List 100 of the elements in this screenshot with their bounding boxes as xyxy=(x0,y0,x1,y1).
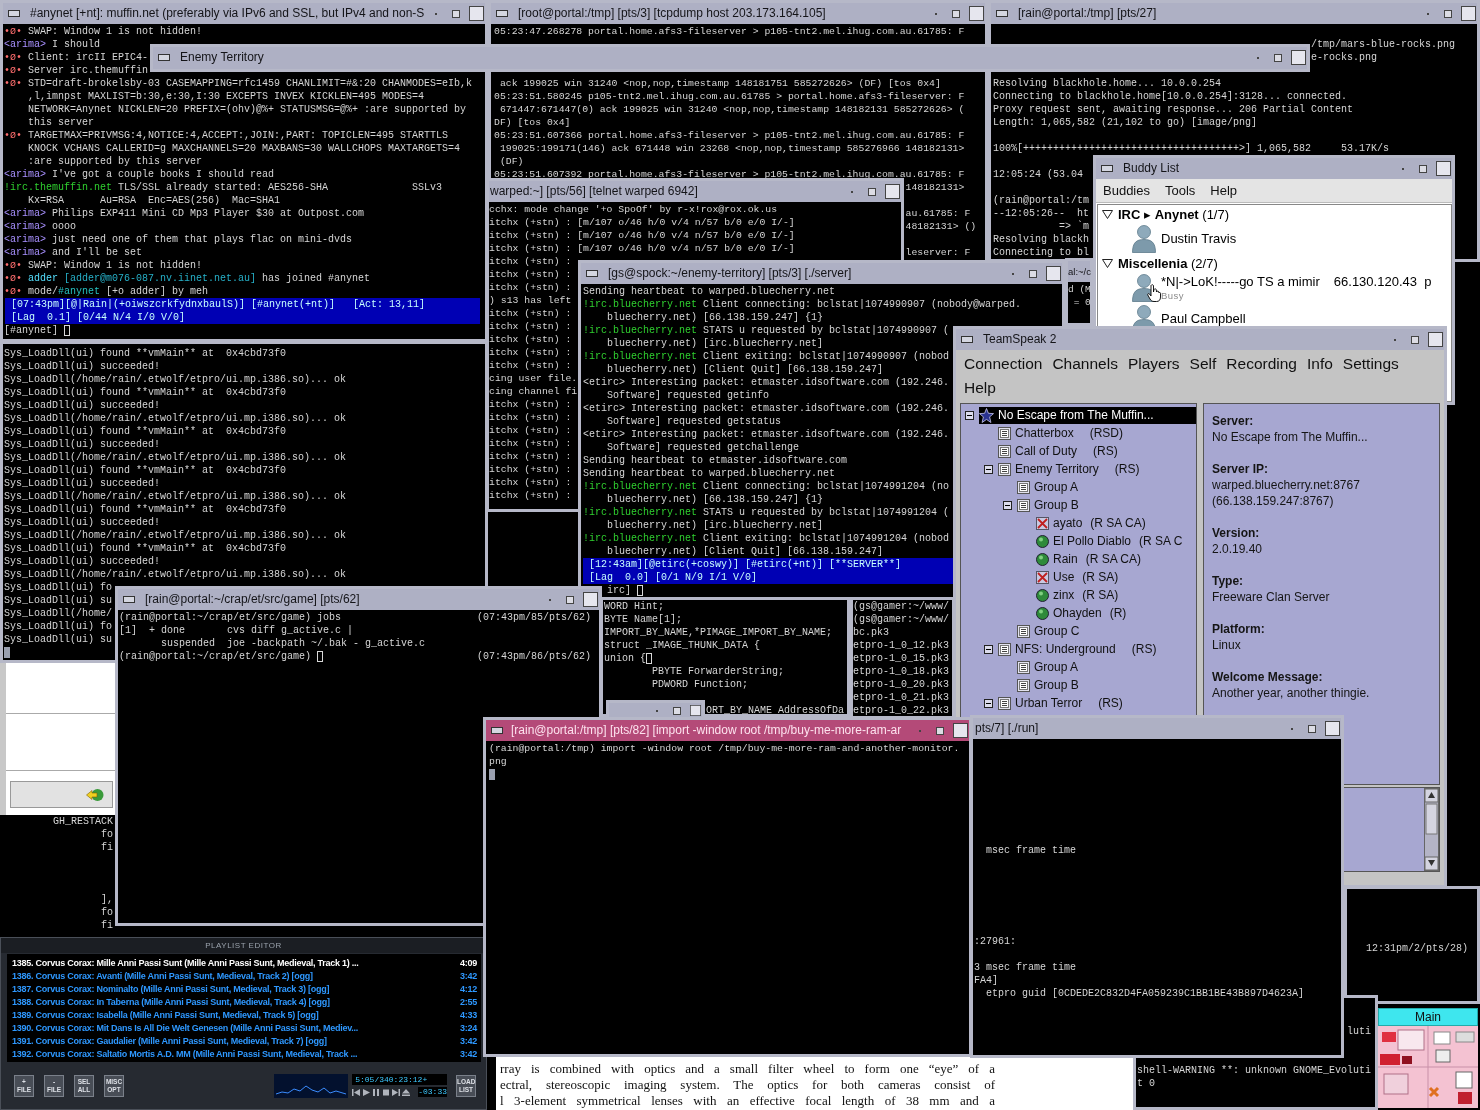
collapse-icon[interactable] xyxy=(1102,258,1113,268)
playlist-entry[interactable]: 1385. Corvus Corax: Mille Anni Passi Sunt (Mille Anni Passi Sunt, Medieval, Track 1) ... 4:09 xyxy=(7,956,481,969)
tree-item[interactable]: zinx (R SA) xyxy=(1036,586,1123,604)
menu-item[interactable]: Info xyxy=(1307,352,1333,376)
playlist-entry[interactable]: 1389. Corvus Corax: Isabella (Mille Anni Passi Sunt, Medieval, Track 5) [ogg] 4:33 xyxy=(7,1008,481,1021)
small-square-icon[interactable] xyxy=(673,706,681,715)
window-menu-icon[interactable] xyxy=(996,10,1008,17)
square-icon[interactable] xyxy=(1428,332,1443,347)
tree-item[interactable]: El Pollo Diablo (R SA C xyxy=(1036,532,1187,550)
terminal-line: e-rocks.png xyxy=(1311,51,1377,64)
tree-item[interactable]: Enemy Territory (RS) xyxy=(998,460,1144,478)
tree-item[interactable]: ayato (R SA CA) xyxy=(1036,514,1150,532)
tree-item[interactable]: Group B xyxy=(1017,496,1083,514)
menu-item[interactable]: Recording xyxy=(1226,352,1297,376)
tree-item[interactable]: Group B xyxy=(1017,676,1083,694)
tree-item[interactable]: Group A xyxy=(1017,658,1083,676)
collapse-icon[interactable] xyxy=(1102,209,1113,219)
small-square-icon[interactable] xyxy=(1419,164,1427,173)
window-menu-icon[interactable] xyxy=(961,336,973,343)
buddy-name[interactable]: *N|->LoK!-----go TS a mimir xyxy=(1161,273,1320,290)
menu-item[interactable]: Help xyxy=(964,376,996,400)
terminal-line: 12:05:24 (53.04 xyxy=(993,168,1083,181)
window-menu-icon[interactable] xyxy=(158,54,170,61)
info-value: Linux xyxy=(1212,637,1242,653)
next-icon[interactable] xyxy=(392,1088,401,1096)
small-square-icon[interactable] xyxy=(868,187,876,196)
collapse-icon[interactable] xyxy=(984,644,993,654)
tree-item[interactable]: Use (R SA) xyxy=(1036,568,1123,586)
playlist-entry[interactable]: 1388. Corvus Corax: In Taberna (Mille Anni Passi Sunt, Medieval, Track 4) [ogg] 2:55 xyxy=(7,995,481,1008)
square-icon[interactable] xyxy=(1046,266,1061,281)
scrollbar[interactable] xyxy=(1424,788,1439,871)
playlist-entry[interactable]: 1390. Corvus Corax: Mit Dans Is All Die Welt Genesen (Mille Anni Passi Sunt, Mediev... 3:24 xyxy=(7,1021,481,1034)
small-square-icon[interactable] xyxy=(566,595,574,604)
group-label[interactable]: Miscellenia (2/7) xyxy=(1118,255,1218,271)
tree-item[interactable]: NFS: Underground (RS) xyxy=(998,640,1161,658)
window-menu-icon[interactable] xyxy=(8,10,20,17)
tree-item[interactable]: Ohayden (R) xyxy=(1036,604,1131,622)
window-menu-icon[interactable] xyxy=(1101,165,1113,172)
small-square-icon[interactable] xyxy=(952,9,960,18)
menu-item[interactable]: Self xyxy=(1189,352,1217,376)
play-icon[interactable] xyxy=(362,1088,371,1096)
menu-item[interactable]: Players xyxy=(1127,352,1180,376)
stop-icon[interactable] xyxy=(382,1088,391,1096)
collapse-icon[interactable] xyxy=(984,464,993,474)
buddy-name[interactable]: Paul Campbell xyxy=(1161,310,1246,327)
input-line[interactable]: irc] xyxy=(607,584,637,597)
menu-item[interactable]: Settings xyxy=(1342,352,1399,376)
small-square-icon[interactable] xyxy=(1444,9,1452,18)
square-icon[interactable] xyxy=(1461,6,1476,21)
window-menu-icon[interactable] xyxy=(123,596,135,603)
menu-item[interactable]: Help xyxy=(1210,183,1238,198)
menu-item[interactable]: Buddies xyxy=(1103,183,1150,198)
square-icon[interactable] xyxy=(1436,161,1451,176)
previous-icon[interactable] xyxy=(352,1088,361,1096)
window-menu-icon[interactable] xyxy=(496,10,508,17)
tree-item[interactable]: Call of Duty (RS) xyxy=(998,442,1122,460)
icon-button[interactable] xyxy=(10,781,113,808)
info-label: Server IP: xyxy=(1212,461,1270,477)
playlist-entry[interactable]: 1391. Corvus Corax: Gaudalier (Mille Anni Passi Sunt, Medieval, Track 7) [ogg] 3:42 xyxy=(7,1034,481,1047)
playlist-entry[interactable]: 1386. Corvus Corax: Avanti (Mille Anni Passi Sunt, Medieval, Track 2) [ogg] 3:42 xyxy=(7,969,481,982)
square-icon[interactable] xyxy=(969,6,984,21)
collapse-icon[interactable] xyxy=(1003,500,1012,510)
square-icon[interactable] xyxy=(1325,721,1340,736)
small-square-icon[interactable] xyxy=(1411,335,1419,344)
info-label: Type: xyxy=(1212,573,1245,589)
terminal-line: fo xyxy=(101,906,113,919)
tree-item[interactable]: Urban Terror (RS) xyxy=(998,694,1127,712)
menu-item[interactable]: Channels xyxy=(1052,352,1118,376)
collapse-icon[interactable] xyxy=(965,410,974,420)
playlist-entry[interactable]: 1387. Corvus Corax: Nominalto (Mille Anni Passi Sunt, Medieval, Track 3) [ogg] 4:12 xyxy=(7,982,481,995)
menu-item[interactable]: Tools xyxy=(1165,183,1196,198)
menu-item[interactable]: Connection xyxy=(964,352,1043,376)
small-square-icon[interactable] xyxy=(1029,269,1037,278)
square-icon[interactable] xyxy=(469,6,484,21)
eject-icon[interactable] xyxy=(402,1088,411,1096)
small-square-icon[interactable] xyxy=(936,726,944,735)
window-menu-icon[interactable] xyxy=(586,270,598,277)
square-icon[interactable] xyxy=(1291,50,1306,65)
group-label[interactable]: IRC ▸ Anynet (1/7) xyxy=(1118,206,1230,222)
pause-icon[interactable] xyxy=(372,1088,381,1096)
window-menu-icon[interactable] xyxy=(491,727,503,734)
small-square-icon[interactable] xyxy=(1274,53,1282,62)
playlist-entry[interactable]: 1392. Corvus Corax: Saltatio Mortis A.D. MM (Mille Anni Passi Sunt, Medieval, Track ... 3:42 xyxy=(7,1047,481,1060)
square-icon[interactable] xyxy=(690,705,701,716)
buddy-name[interactable]: Dustin Travis xyxy=(1161,230,1237,247)
tree-item[interactable]: Chatterbox (RSD) xyxy=(998,424,1128,442)
tree-item[interactable]: Group C xyxy=(1017,622,1084,640)
tree-item[interactable]: Rain (R SA CA) xyxy=(1036,550,1146,568)
square-icon[interactable] xyxy=(583,592,598,607)
terminal-line: WORD Hint; xyxy=(604,600,664,613)
workspace-label[interactable]: Main xyxy=(1378,1008,1478,1026)
terminal-line: !irc.themuffin.net TLS/SSL already started: AES256-SHA SSLv3 xyxy=(4,181,443,194)
tree-item[interactable]: Group A xyxy=(1017,478,1083,496)
small-square-icon[interactable] xyxy=(452,9,460,18)
square-icon[interactable] xyxy=(953,723,968,738)
small-square-icon[interactable] xyxy=(1308,724,1316,733)
input-line[interactable]: [#anynet] xyxy=(4,324,64,337)
square-icon[interactable] xyxy=(885,184,900,199)
tree-item[interactable]: No Escape from The Muffin... xyxy=(979,406,1196,424)
collapse-icon[interactable] xyxy=(984,698,993,708)
